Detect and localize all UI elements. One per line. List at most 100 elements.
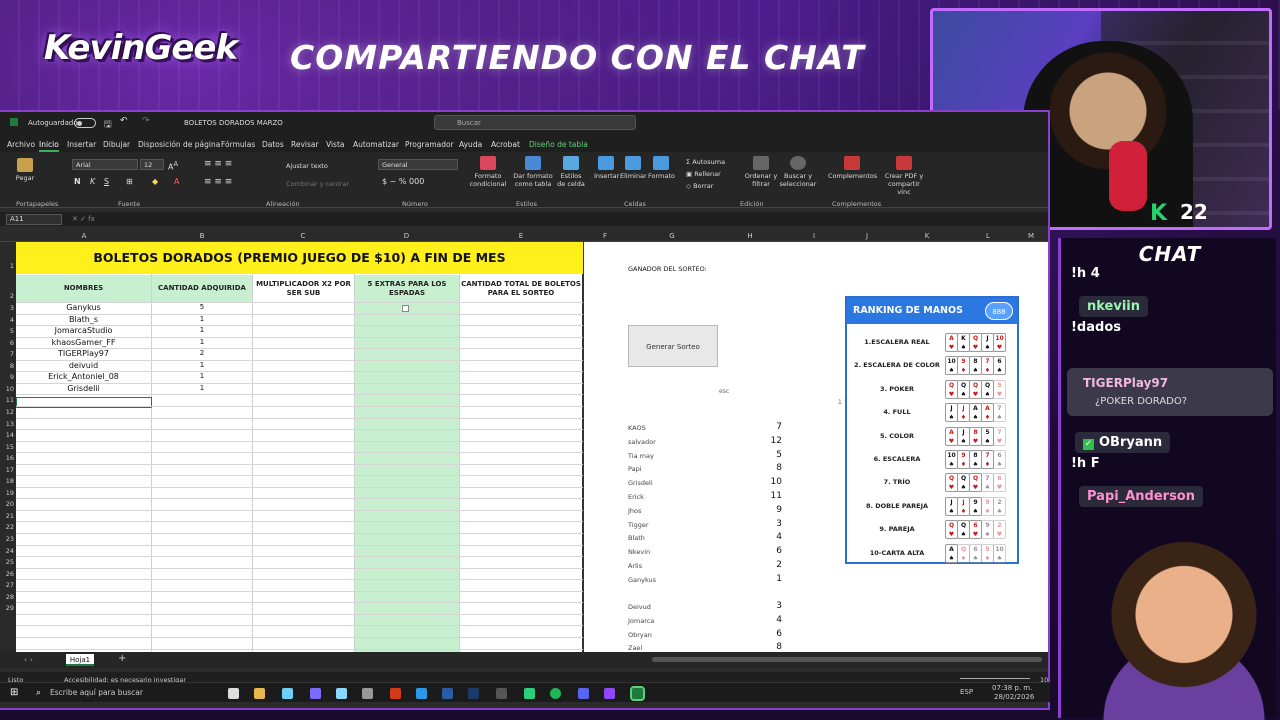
- row-header[interactable]: 29: [0, 604, 14, 612]
- header-cantidad[interactable]: CANTIDAD ADQUIRIDA: [152, 275, 252, 302]
- save-icon[interactable]: 🖫: [104, 117, 112, 133]
- row-header[interactable]: 5: [0, 327, 14, 335]
- column-header-b[interactable]: B: [152, 232, 252, 240]
- row-header[interactable]: 8: [0, 362, 14, 370]
- horizontal-scrollbar[interactable]: [652, 657, 1042, 662]
- row-header[interactable]: 19: [0, 489, 14, 497]
- score-name[interactable]: Jomarca: [628, 617, 654, 625]
- row-header[interactable]: 12: [0, 408, 14, 416]
- row-header[interactable]: 16: [0, 454, 14, 462]
- excel-taskbar-icon[interactable]: [630, 686, 645, 701]
- row-header[interactable]: 25: [0, 558, 14, 566]
- column-header-e[interactable]: E: [459, 232, 583, 240]
- row-header[interactable]: 18: [0, 477, 14, 485]
- score-value[interactable]: 2: [732, 560, 782, 570]
- tab-formulas[interactable]: Fórmulas: [221, 140, 255, 149]
- undo-icon[interactable]: ↶: [120, 116, 128, 126]
- column-header-f[interactable]: F: [583, 232, 627, 240]
- score-name[interactable]: Obryan: [628, 631, 652, 639]
- score-name[interactable]: Grisdeli: [628, 479, 653, 487]
- row-header[interactable]: 22: [0, 523, 14, 531]
- align-left-icon[interactable]: ≡ ≡ ≡: [204, 178, 232, 187]
- tab-acrobat[interactable]: Acrobat: [491, 140, 520, 149]
- cell-name[interactable]: Blath_s: [16, 315, 151, 324]
- tab-disposicion[interactable]: Disposición de página: [138, 140, 220, 149]
- task-view-icon[interactable]: [228, 688, 239, 699]
- twitch-icon[interactable]: [604, 688, 615, 699]
- row-header[interactable]: 6: [0, 339, 14, 347]
- create-pdf-button[interactable]: Crear PDF y compartir vínc: [882, 156, 926, 196]
- terminal-icon[interactable]: [442, 688, 453, 699]
- row-header[interactable]: 13: [0, 420, 14, 428]
- row-header[interactable]: 24: [0, 547, 14, 555]
- clock-time[interactable]: 07:38 p. m.: [992, 684, 1032, 692]
- score-value[interactable]: 8: [732, 642, 782, 652]
- merge-center-button[interactable]: Combinar y centrar: [286, 180, 349, 188]
- xbox-icon[interactable]: [524, 688, 535, 699]
- cell-name[interactable]: khaosGamer_FF: [16, 338, 151, 347]
- score-value[interactable]: 8: [732, 463, 782, 473]
- cell-name[interactable]: Grisdelii: [16, 384, 151, 393]
- cell-quantity[interactable]: 1: [152, 384, 252, 392]
- find-select-button[interactable]: Buscar y seleccionar: [778, 156, 818, 188]
- obs-icon[interactable]: [496, 688, 507, 699]
- tab-nav-icon[interactable]: ‹ ›: [24, 655, 33, 664]
- formula-bar[interactable]: ✕ ✓ fx: [0, 212, 1048, 226]
- add-sheet-icon[interactable]: +: [118, 653, 126, 664]
- tab-insertar[interactable]: Insertar: [67, 140, 96, 149]
- score-name[interactable]: Blath: [628, 534, 645, 542]
- autosave-toggle[interactable]: [74, 118, 96, 128]
- font-color-icon[interactable]: A: [174, 178, 179, 186]
- taskbar-search-icon[interactable]: ⌕: [36, 688, 41, 698]
- cell-quantity[interactable]: 1: [152, 315, 252, 323]
- redo-icon[interactable]: ↷: [142, 116, 150, 126]
- column-header-l[interactable]: L: [965, 232, 1011, 240]
- generate-draw-button[interactable]: Generar Sorteo: [628, 325, 718, 367]
- score-name[interactable]: KAOS: [628, 424, 646, 432]
- align-top-icon[interactable]: ≡ ≡ ≡: [204, 160, 232, 169]
- number-format-select[interactable]: General: [378, 159, 458, 170]
- tab-datos[interactable]: Datos: [262, 140, 284, 149]
- windows-start-icon[interactable]: ⊞: [10, 687, 18, 698]
- score-name[interactable]: Tigger: [628, 521, 649, 529]
- column-header-d[interactable]: D: [354, 232, 459, 240]
- column-header-i[interactable]: I: [783, 232, 845, 240]
- tab-diseno-tabla[interactable]: Diseño de tabla: [529, 140, 588, 149]
- cell-name[interactable]: TIGERPlay97: [16, 349, 151, 358]
- taskbar-search-input[interactable]: Escribe aquí para buscar: [50, 688, 143, 697]
- row-header[interactable]: 9: [0, 373, 14, 381]
- column-header-j[interactable]: J: [845, 232, 889, 240]
- row-header[interactable]: 7: [0, 350, 14, 358]
- score-value[interactable]: 6: [732, 546, 782, 556]
- column-header-g[interactable]: G: [627, 232, 717, 240]
- font-name-select[interactable]: Arial: [72, 159, 138, 170]
- column-header-k[interactable]: K: [889, 232, 965, 240]
- score-value[interactable]: 3: [732, 601, 782, 611]
- fill-color-icon[interactable]: ◆: [152, 178, 158, 186]
- currency-icon[interactable]: $ ~ % 000: [382, 178, 424, 186]
- header-nombres[interactable]: NOMBRES: [16, 275, 151, 302]
- score-value[interactable]: 12: [732, 436, 782, 446]
- zoom-slider[interactable]: [960, 678, 1030, 679]
- score-name[interactable]: Deivud: [628, 603, 651, 611]
- row-header[interactable]: 23: [0, 535, 14, 543]
- chat-username[interactable]: nkeviin: [1079, 296, 1149, 317]
- cell-name[interactable]: Ganykus: [16, 303, 151, 312]
- score-name[interactable]: Ganykus: [628, 576, 656, 584]
- edge-icon[interactable]: [416, 688, 427, 699]
- score-value[interactable]: 11: [732, 491, 782, 501]
- format-cells-button[interactable]: Formato: [648, 156, 675, 180]
- score-name[interactable]: Arlis: [628, 562, 642, 570]
- cell-quantity[interactable]: 1: [152, 372, 252, 380]
- chat-username[interactable]: TIGERPlay97: [1083, 376, 1168, 390]
- score-value[interactable]: 4: [732, 615, 782, 625]
- cell-styles-button[interactable]: Estilos de celda: [556, 156, 586, 188]
- wrap-text-button[interactable]: Ajustar texto: [286, 162, 328, 170]
- column-header-m[interactable]: M: [1011, 232, 1048, 240]
- row-header[interactable]: 26: [0, 570, 14, 578]
- score-value[interactable]: 5: [732, 450, 782, 460]
- score-value[interactable]: 7: [732, 422, 782, 432]
- column-header-a[interactable]: A: [16, 232, 152, 240]
- tab-vista[interactable]: Vista: [326, 140, 345, 149]
- row-header[interactable]: 20: [0, 500, 14, 508]
